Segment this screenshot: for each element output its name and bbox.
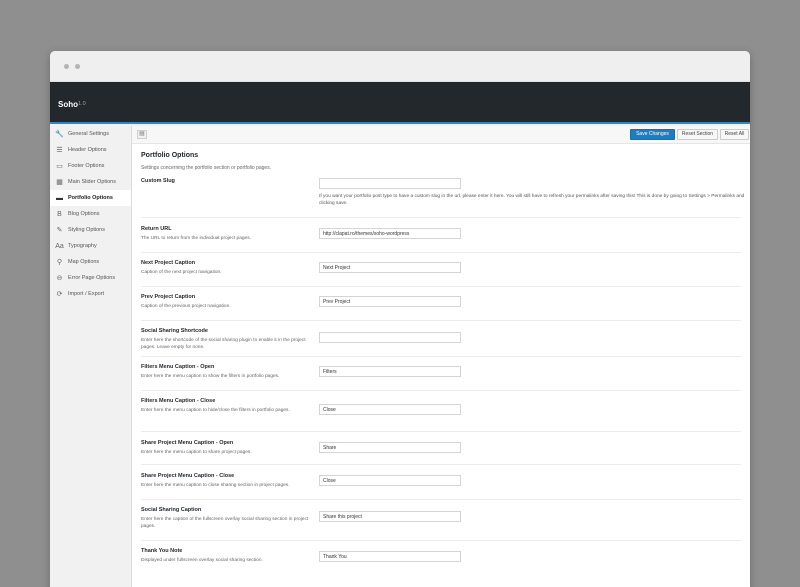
sidebar-item-label: Import / Export (68, 291, 105, 297)
field-share-open: Share Project Menu Caption - Open Enter … (141, 432, 741, 465)
field-description: Enter here the menu caption to close sha… (141, 483, 290, 488)
field-return-url: Return URL The URL to return from the in… (141, 218, 741, 253)
thank-you-input[interactable] (319, 551, 461, 562)
typography-icon: Aa (55, 242, 64, 250)
field-label: Custom Slug (141, 178, 175, 184)
sidebar-item-label: Error Page Options (68, 275, 116, 281)
sidebar-item-header-options[interactable]: ☰ Header Options (50, 142, 131, 158)
field-description: Enter here the shortcode of the social s… (141, 338, 306, 350)
field-share-close: Share Project Menu Caption - Close Enter… (141, 465, 741, 500)
field-description: Enter here the menu caption to share pro… (141, 450, 252, 455)
sidebar-item-main-slider-options[interactable]: ▦ Main Slider Options (50, 174, 131, 190)
admin-header: Soho 1.0 (50, 82, 750, 124)
sidebar-item-blog-options[interactable]: B Blog Options (50, 206, 131, 222)
field-label: Social Sharing Shortcode (141, 328, 208, 334)
field-social-shortcode: Social Sharing Shortcode Enter here the … (141, 321, 741, 357)
field-description: Enter here the menu caption to show the … (141, 374, 280, 379)
field-label: Next Project Caption (141, 260, 196, 266)
field-description: The URL to return from the individual pr… (141, 236, 251, 241)
field-description: Enter here the caption of the fullscreen… (141, 517, 309, 529)
sidebar-item-label: Typography (68, 243, 97, 249)
field-description: Caption of the next project navigation. (141, 270, 222, 275)
filters-close-input[interactable] (319, 404, 461, 415)
field-label: Filters Menu Caption - Open (141, 364, 215, 370)
refresh-icon: ⟳ (56, 291, 63, 298)
field-description: Enter here the menu caption to hide/clos… (141, 408, 290, 413)
custom-slug-input[interactable] (319, 178, 461, 189)
sidebar-item-styling-options[interactable]: ✎ Styling Options (50, 222, 131, 238)
expand-icon[interactable]: ▤ (137, 130, 147, 139)
prev-caption-input[interactable] (319, 296, 461, 307)
field-next-caption: Next Project Caption Caption of the next… (141, 253, 741, 287)
field-label: Return URL (141, 226, 172, 232)
filters-open-input[interactable] (319, 366, 461, 377)
wrench-icon: 🔧 (55, 131, 64, 138)
reset-section-button[interactable]: Reset Section (677, 129, 718, 140)
footer-icon: ▭ (56, 163, 63, 170)
next-caption-input[interactable] (319, 262, 461, 273)
browser-window: Soho 1.0 🔧 General Settings ☰ Header Option… (50, 51, 750, 587)
field-label: Share Project Menu Caption - Close (141, 473, 235, 479)
options-panel: ▤ Save Changes Reset Section Reset All P… (132, 126, 750, 587)
sidebar-item-label: Main Slider Options (68, 179, 116, 185)
options-content: Portfolio Options Settings concerning th… (132, 145, 750, 587)
sidebar-item-label: Map Options (68, 259, 100, 265)
options-sidebar: 🔧 General Settings ☰ Header Options ▭ Footer … (50, 126, 132, 587)
field-thank-you: Thank You Note Displayed under fullscree… (141, 541, 741, 581)
field-social-caption: Social Sharing Caption Enter here the ca… (141, 500, 741, 541)
field-label: Filters Menu Caption - Close (141, 398, 216, 404)
sidebar-item-label: Header Options (68, 147, 107, 153)
window-chrome (50, 51, 750, 82)
reset-all-button[interactable]: Reset All (720, 129, 749, 140)
app-version: 1.0 (78, 101, 86, 107)
sidebar-item-label: Blog Options (68, 211, 100, 217)
blog-icon: B (57, 210, 62, 218)
section-title: Portfolio Options (141, 152, 199, 159)
map-pin-icon: ⚲ (56, 259, 63, 266)
return-url-input[interactable] (319, 228, 461, 239)
sidebar-item-general-settings[interactable]: 🔧 General Settings (50, 126, 131, 142)
sidebar-item-import-export[interactable]: ⟳ Import / Export (50, 286, 131, 302)
field-prev-caption: Prev Project Caption Caption of the prev… (141, 287, 741, 321)
field-description: Caption of the previous project navigati… (141, 304, 231, 309)
sidebar-item-label: Footer Options (68, 163, 105, 169)
brush-icon: ✎ (56, 227, 63, 234)
field-help: If you want your portfolio post type to … (319, 194, 745, 206)
sidebar-item-portfolio-options[interactable]: ▬ Portfolio Options (50, 190, 131, 206)
sidebar-item-label: Portfolio Options (68, 195, 113, 201)
field-filters-close: Filters Menu Caption - Close Enter here … (141, 391, 741, 432)
window-dot-icon (64, 64, 69, 69)
folder-icon: ▬ (56, 194, 63, 202)
share-close-input[interactable] (319, 475, 461, 486)
social-shortcode-input[interactable] (319, 332, 461, 343)
field-description: Displayed under fullscreen overlay socia… (141, 558, 263, 563)
field-label: Thank You Note (141, 548, 183, 554)
field-filters-open: Filters Menu Caption - Open Enter here t… (141, 357, 741, 391)
save-changes-button[interactable]: Save Changes (630, 129, 675, 140)
sidebar-item-typography[interactable]: Aa Typography (50, 238, 131, 254)
social-caption-input[interactable] (319, 511, 461, 522)
slider-icon: ▦ (56, 179, 63, 186)
field-label: Prev Project Caption (141, 294, 196, 300)
error-icon: ⊖ (56, 275, 63, 282)
field-label: Share Project Menu Caption - Open (141, 440, 234, 446)
app-title: Soho (58, 100, 78, 109)
sidebar-item-label: Styling Options (68, 227, 105, 233)
field-custom-slug: Custom Slug If you want your portfolio p… (141, 177, 744, 218)
field-label: Social Sharing Caption (141, 507, 202, 513)
options-toolbar: ▤ Save Changes Reset Section Reset All (132, 126, 750, 144)
section-description: Settings concerning the portfolio sectio… (141, 165, 272, 171)
sidebar-item-map-options[interactable]: ⚲ Map Options (50, 254, 131, 270)
sidebar-item-footer-options[interactable]: ▭ Footer Options (50, 158, 131, 174)
menu-icon: ☰ (56, 147, 63, 154)
share-open-input[interactable] (319, 442, 461, 453)
window-dot-icon (75, 64, 80, 69)
sidebar-item-label: General Settings (68, 131, 109, 137)
sidebar-item-error-page-options[interactable]: ⊖ Error Page Options (50, 270, 131, 286)
